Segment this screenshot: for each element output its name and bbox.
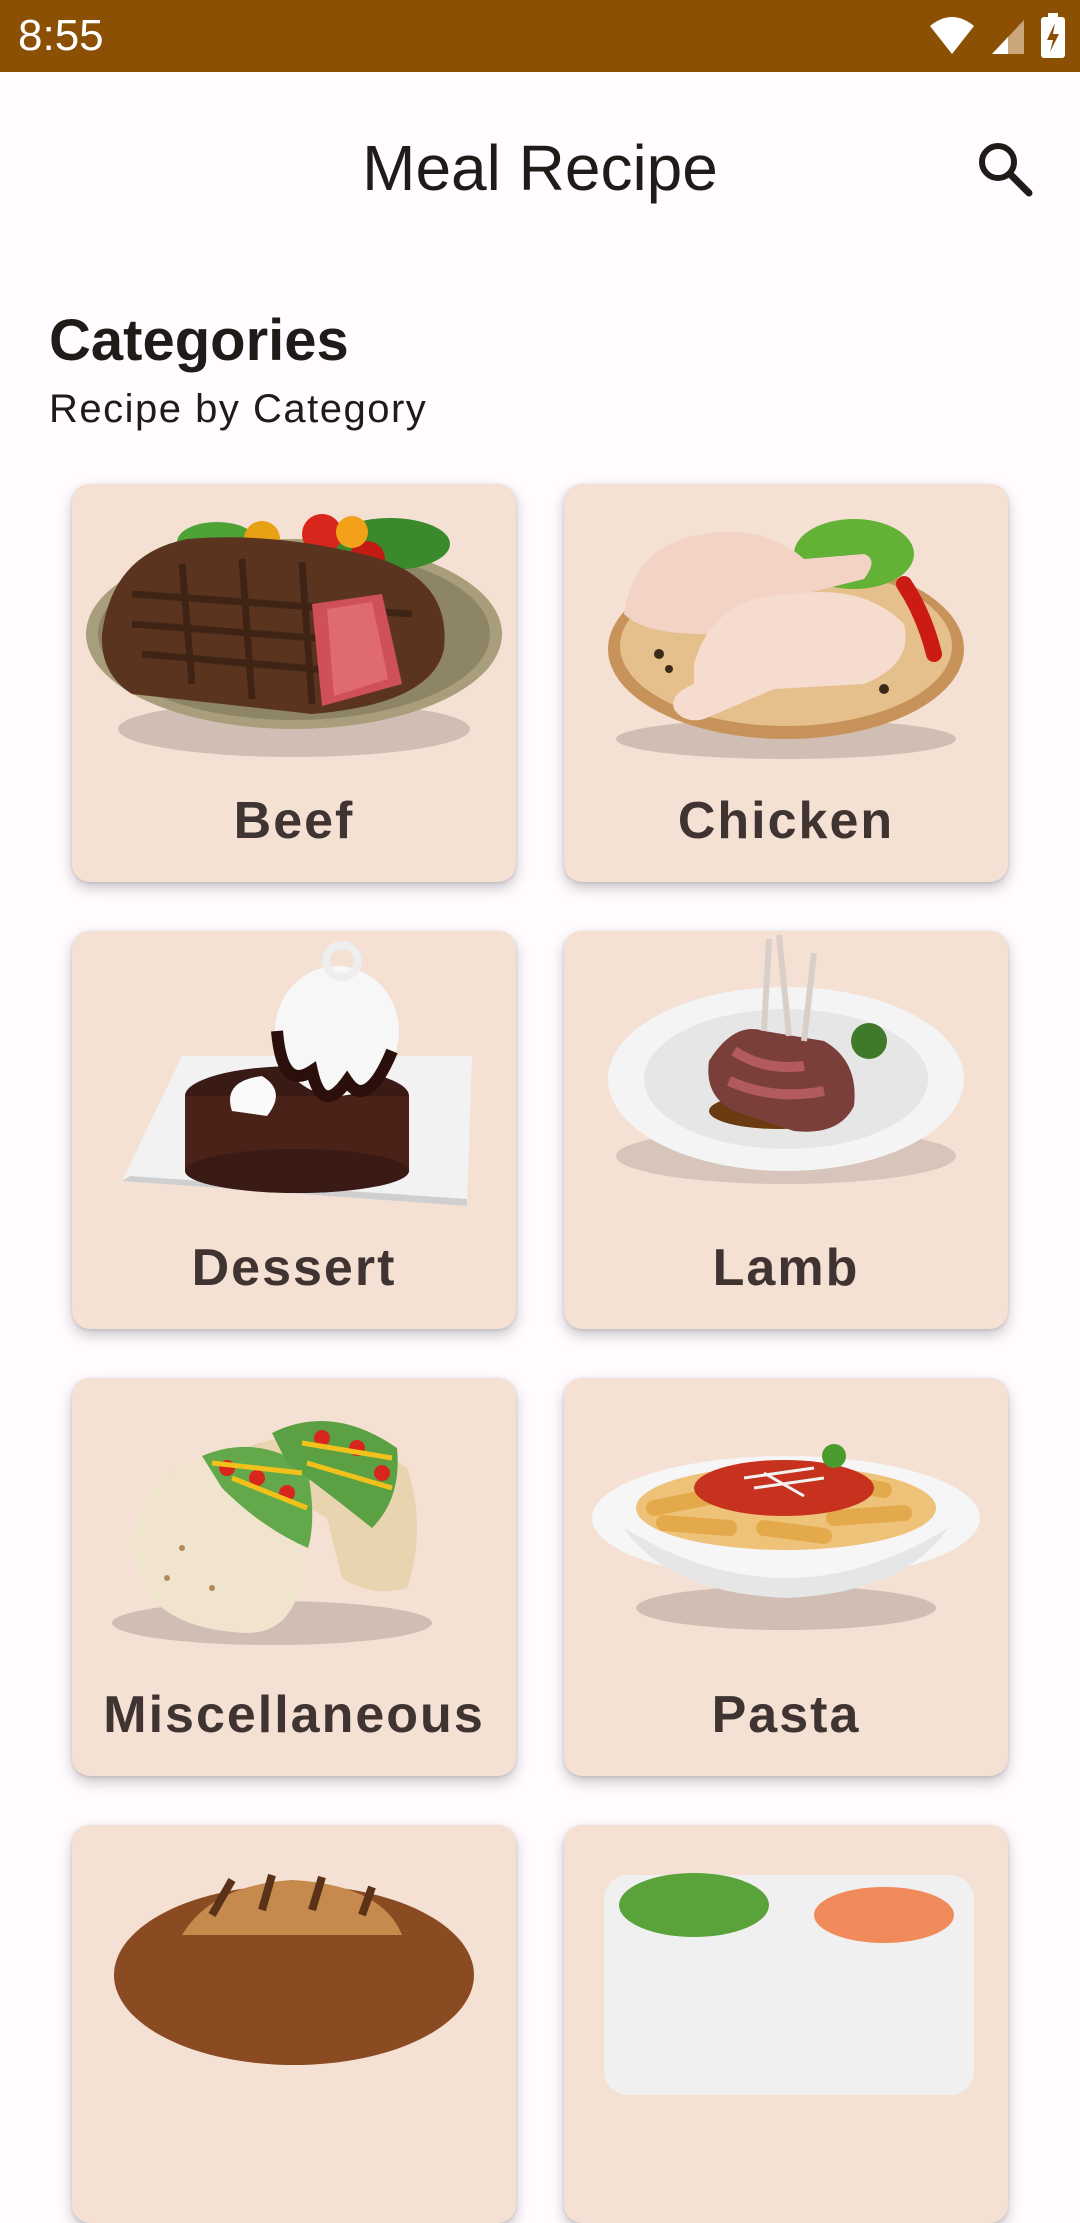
category-card-lamb[interactable]: Lamb [564, 931, 1008, 1329]
raw-chicken-board-image [608, 519, 964, 759]
status-icons [928, 12, 1066, 60]
category-label: Miscellaneous [103, 1686, 485, 1744]
status-bar: 8:55 [0, 0, 1080, 72]
top-app-bar: Meal Recipe [0, 72, 1080, 268]
category-card-miscellaneous[interactable]: Miscellaneous [72, 1378, 516, 1776]
grilled-pork-image [114, 1873, 474, 2065]
category-label: Beef [233, 792, 355, 850]
category-card-beef[interactable]: Beef [72, 484, 516, 882]
seafood-salad-image [604, 1873, 974, 2095]
steak-plate-image [86, 514, 502, 757]
app-title: Meal Recipe [362, 132, 718, 204]
battery-charging-icon [1041, 13, 1065, 58]
section-title: Categories [49, 308, 349, 373]
wifi-icon [930, 17, 974, 54]
tacos-image [112, 1421, 432, 1645]
penne-pasta-bowl-image [592, 1444, 980, 1630]
category-card-pork[interactable] [72, 1825, 516, 2223]
cellular-signal-icon [992, 20, 1024, 54]
status-time: 8:55 [18, 11, 104, 60]
section-subtitle: Recipe by Category [49, 387, 428, 431]
category-card-pasta[interactable]: Pasta [564, 1378, 1008, 1776]
category-card-seafood[interactable] [564, 1825, 1008, 2223]
category-label: Pasta [711, 1686, 861, 1744]
category-card-dessert[interactable]: Dessert [72, 931, 516, 1329]
chocolate-cake-image [122, 941, 472, 1206]
search-icon [979, 143, 1033, 197]
category-label: Dessert [191, 1239, 397, 1297]
category-label: Lamb [712, 1239, 860, 1297]
category-label: Chicken [677, 792, 895, 850]
category-card-chicken[interactable]: Chicken [564, 484, 1008, 882]
lamb-chops-plate-image [608, 934, 964, 1184]
search-button[interactable] [968, 132, 1040, 204]
